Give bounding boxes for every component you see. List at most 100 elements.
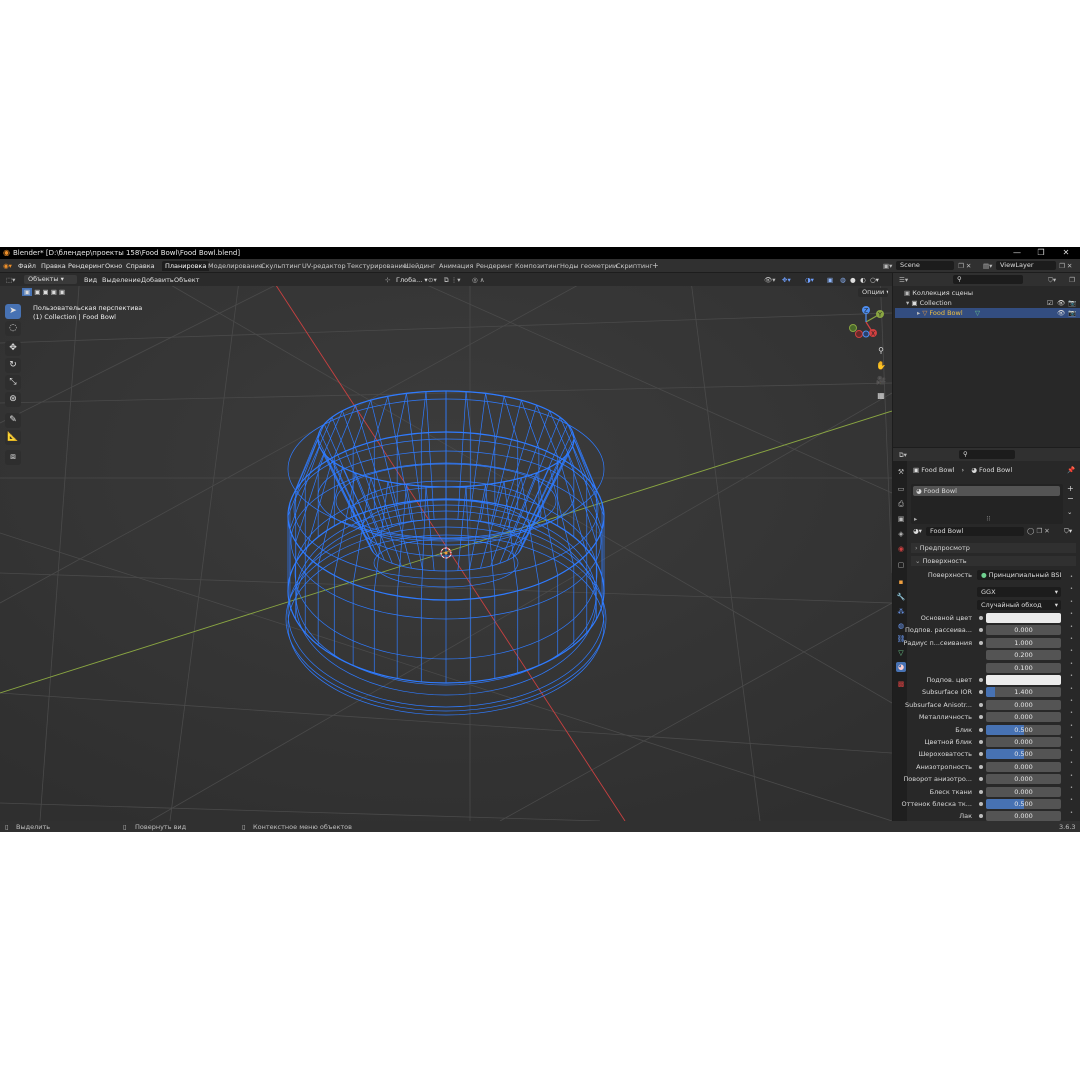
- zoom-view-icon[interactable]: ⚲: [874, 344, 888, 358]
- select-intersect-icon[interactable]: ▣: [59, 288, 65, 296]
- cursor-tool-icon[interactable]: ◌: [5, 321, 21, 336]
- particles-tab-icon[interactable]: ⁂: [896, 607, 906, 617]
- menu-select[interactable]: Выделение: [102, 276, 141, 284]
- outliner-food-bowl[interactable]: ▸ ▽ Food Bowl ▽ 👁 📷: [895, 308, 1080, 318]
- properties-editor-icon[interactable]: ⧉▾: [899, 451, 907, 460]
- remove-slot-button[interactable]: −: [1067, 494, 1074, 503]
- tab-uv-editing[interactable]: UV-редактор: [299, 261, 349, 271]
- socket-dot-icon[interactable]: [979, 814, 983, 818]
- menu-window[interactable]: Окно: [105, 262, 122, 270]
- select-box-tool-icon[interactable]: ➤: [5, 304, 21, 319]
- prop-value-slider[interactable]: 0.500: [986, 749, 1061, 759]
- transform-orientation-selector[interactable]: Глоба... ▾: [396, 276, 428, 284]
- annotate-tool-icon[interactable]: ✎: [5, 413, 21, 428]
- socket-dot-icon[interactable]: [979, 728, 983, 732]
- gizmo-toggle-icon[interactable]: ✥▾: [782, 276, 791, 284]
- object-tab-icon[interactable]: ▪: [896, 577, 906, 587]
- move-tool-icon[interactable]: ✥: [5, 341, 21, 356]
- tab-geometry-nodes[interactable]: Ноды геометрии: [557, 261, 620, 271]
- socket-dot-icon[interactable]: [979, 715, 983, 719]
- scene-icon[interactable]: ▣▾: [883, 262, 892, 270]
- material-name-field[interactable]: Food Bowl: [926, 527, 1024, 536]
- view-layer-selector[interactable]: ViewLayer: [996, 261, 1056, 270]
- new-view-layer-icon[interactable]: ❐ ✕: [1059, 262, 1072, 270]
- snap-icon[interactable]: ⧉ ⋮▾: [444, 276, 460, 285]
- select-extend-icon[interactable]: ▣: [34, 288, 40, 296]
- tool-tab-icon[interactable]: ⚒: [896, 467, 906, 477]
- new-collection-icon[interactable]: ❐: [1069, 276, 1075, 284]
- surface-section-header[interactable]: ⌄ Поверхность: [911, 556, 1076, 566]
- expand-arrow-icon[interactable]: ▾: [906, 299, 909, 307]
- perspective-toggle-icon[interactable]: ▦: [874, 389, 888, 403]
- prop-value-slider[interactable]: 0.100: [986, 663, 1061, 673]
- prop-value-slider[interactable]: 0.000: [986, 762, 1061, 772]
- browse-material-icon[interactable]: ◕▾: [913, 527, 922, 535]
- outliner-collection[interactable]: ▾ ▣ Collection ☑ 👁 📷: [895, 298, 1080, 308]
- socket-dot-icon[interactable]: [979, 802, 983, 806]
- visibility-eye-icon[interactable]: 👁: [1057, 308, 1065, 318]
- shading-solid-icon[interactable]: ●: [850, 276, 856, 284]
- tab-sculpting[interactable]: Скульптинг: [258, 261, 304, 271]
- socket-dot-icon[interactable]: [979, 752, 983, 756]
- socket-dot-icon[interactable]: [979, 703, 983, 707]
- select-new-icon[interactable]: ▣: [22, 288, 33, 296]
- socket-dot-icon[interactable]: [979, 641, 983, 645]
- render-camera-icon[interactable]: 📷: [1068, 298, 1076, 308]
- tab-animation[interactable]: Анимация: [436, 261, 476, 271]
- socket-dot-icon[interactable]: [979, 616, 983, 620]
- prop-value-slider[interactable]: 0.000: [986, 712, 1061, 722]
- outliner-scene-collection[interactable]: ▣ Коллекция сцены: [895, 288, 1080, 298]
- prop-value-slider[interactable]: 1.000: [986, 638, 1061, 648]
- menu-render[interactable]: Рендеринг: [68, 262, 105, 270]
- render-tab-icon[interactable]: ▭: [896, 484, 906, 494]
- maximize-button[interactable]: ❐: [1034, 248, 1048, 258]
- modifier-tab-icon[interactable]: 🔧: [896, 592, 906, 602]
- camera-view-icon[interactable]: 🎥: [874, 374, 888, 388]
- view-layer-tab-icon[interactable]: ▣: [896, 514, 906, 524]
- xray-toggle-icon[interactable]: ▣: [827, 276, 833, 284]
- unlink-material-icon[interactable]: ✕: [1044, 527, 1049, 535]
- select-invert-icon[interactable]: ▣: [51, 288, 57, 296]
- view-layer-icon[interactable]: ▤▾: [983, 262, 992, 270]
- exclude-checkbox-icon[interactable]: ☑: [1047, 298, 1053, 308]
- prop-value-slider[interactable]: 0.000: [986, 787, 1061, 797]
- blender-menu-icon[interactable]: ◉▾: [3, 262, 12, 270]
- prop-value-slider[interactable]: 0.000: [986, 811, 1061, 821]
- editor-type-icon[interactable]: ⬚▾: [6, 276, 15, 284]
- tab-compositing[interactable]: Композитинг: [512, 261, 563, 271]
- transform-tool-icon[interactable]: ⊛: [5, 392, 21, 407]
- properties-search-input[interactable]: ⚲: [959, 450, 1015, 459]
- menu-file[interactable]: Файл: [18, 262, 36, 270]
- outliner-editor-icon[interactable]: ☰▾: [899, 276, 908, 284]
- measure-tool-icon[interactable]: 📐: [5, 430, 21, 445]
- visibility-eye-icon[interactable]: 👁: [1057, 298, 1065, 308]
- scene-tab-icon[interactable]: ◈: [896, 529, 906, 539]
- mode-selector[interactable]: Объекты ▾: [24, 275, 77, 284]
- list-expand-icon[interactable]: ▸: [914, 515, 917, 523]
- overlay-toggle-icon[interactable]: ◑▾: [805, 276, 814, 284]
- scene-selector[interactable]: Scene: [896, 261, 954, 270]
- pin-icon[interactable]: 📌: [1067, 466, 1075, 474]
- surface-shader-selector[interactable]: ● Принципиальный BSDF: [977, 570, 1061, 580]
- rotate-tool-icon[interactable]: ↻: [5, 358, 21, 373]
- navigation-gizmo[interactable]: Y X Z: [846, 302, 886, 342]
- menu-add[interactable]: Добавить: [141, 276, 174, 284]
- minimize-button[interactable]: —: [1010, 248, 1024, 258]
- 3d-viewport[interactable]: [0, 273, 892, 821]
- socket-dot-icon[interactable]: [979, 777, 983, 781]
- prop-value-slider[interactable]: 0.000: [986, 774, 1061, 784]
- prop-value-slider[interactable]: 1.400: [986, 687, 1061, 697]
- slot-specials-icon[interactable]: ⌄: [1067, 508, 1072, 516]
- shading-rendered-icon[interactable]: ○▾: [870, 276, 879, 284]
- menu-help[interactable]: Справка: [126, 262, 155, 270]
- select-subtract-icon[interactable]: ▣: [42, 288, 48, 296]
- socket-dot-icon[interactable]: [979, 678, 983, 682]
- socket-dot-icon[interactable]: [979, 740, 983, 744]
- prop-value-slider[interactable]: 0.000: [986, 625, 1061, 635]
- render-camera-icon[interactable]: 📷: [1068, 308, 1076, 318]
- add-slot-button[interactable]: +: [1067, 484, 1074, 493]
- prop-value-slider[interactable]: 0.000: [986, 737, 1061, 747]
- tab-layout[interactable]: Планировка: [162, 261, 210, 271]
- world-tab-icon[interactable]: ◉: [896, 544, 906, 554]
- distribution-selector[interactable]: GGX ▾: [977, 587, 1061, 597]
